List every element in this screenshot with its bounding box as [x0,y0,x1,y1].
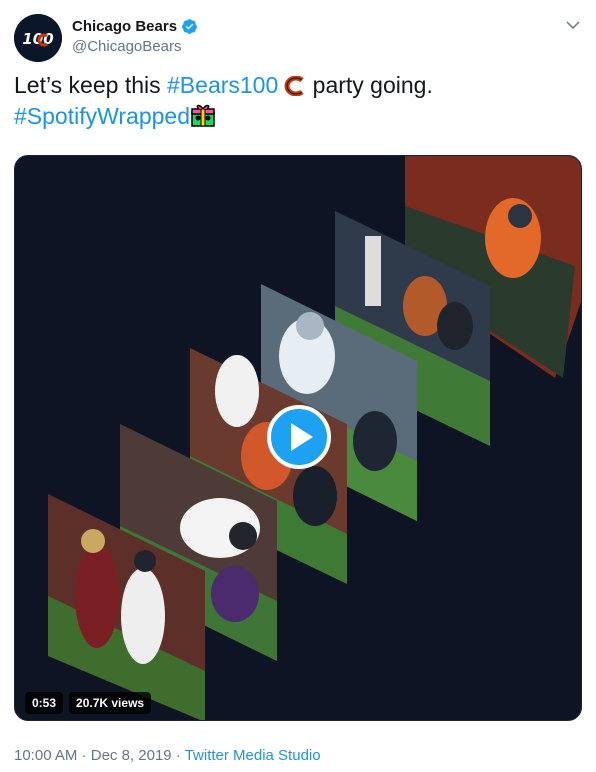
play-icon [291,423,313,451]
avatar[interactable]: 100 [14,14,62,62]
tweet-text: Let’s keep this #Bears100 party going. #S… [14,70,582,132]
meta-separator: · [77,747,91,764]
video-player[interactable]: 0:53 20.7K views [14,155,582,721]
verified-icon [182,18,197,34]
tweet-time[interactable]: 10:00 AM [14,747,77,764]
video-info: 0:53 20.7K views [25,692,152,714]
gift-icon [191,104,215,127]
video-duration: 0:53 [25,692,64,714]
handle[interactable]: @ChicagoBears [72,38,198,55]
hashtag-spotifywrapped[interactable]: #SpotifyWrapped [14,103,190,129]
tweet-date[interactable]: Dec 8, 2019 [91,747,172,764]
display-name[interactable]: Chicago Bears [72,18,177,35]
video-views: 20.7K views [69,692,152,714]
tweet-source-link[interactable]: Twitter Media Studio [185,747,321,764]
tweet-text-start: Let’s keep this [14,72,168,98]
tweet-meta: 10:00 AM · Dec 8, 2019 · Twitter Media S… [14,747,321,764]
bears-100-logo: 100 [14,14,62,62]
bears-logo-icon [284,76,304,96]
meta-separator: · [171,747,185,764]
hashtag-bears100[interactable]: #Bears100 [167,72,278,98]
tweet-text-end: party going. [306,72,433,98]
chevron-down-icon[interactable] [564,16,582,34]
play-button[interactable] [267,405,331,469]
author-names: Chicago Bears @ChicagoBears [72,16,198,55]
tweet: 100 Chicago Bears @ChicagoBears Let’s ke… [0,0,596,772]
